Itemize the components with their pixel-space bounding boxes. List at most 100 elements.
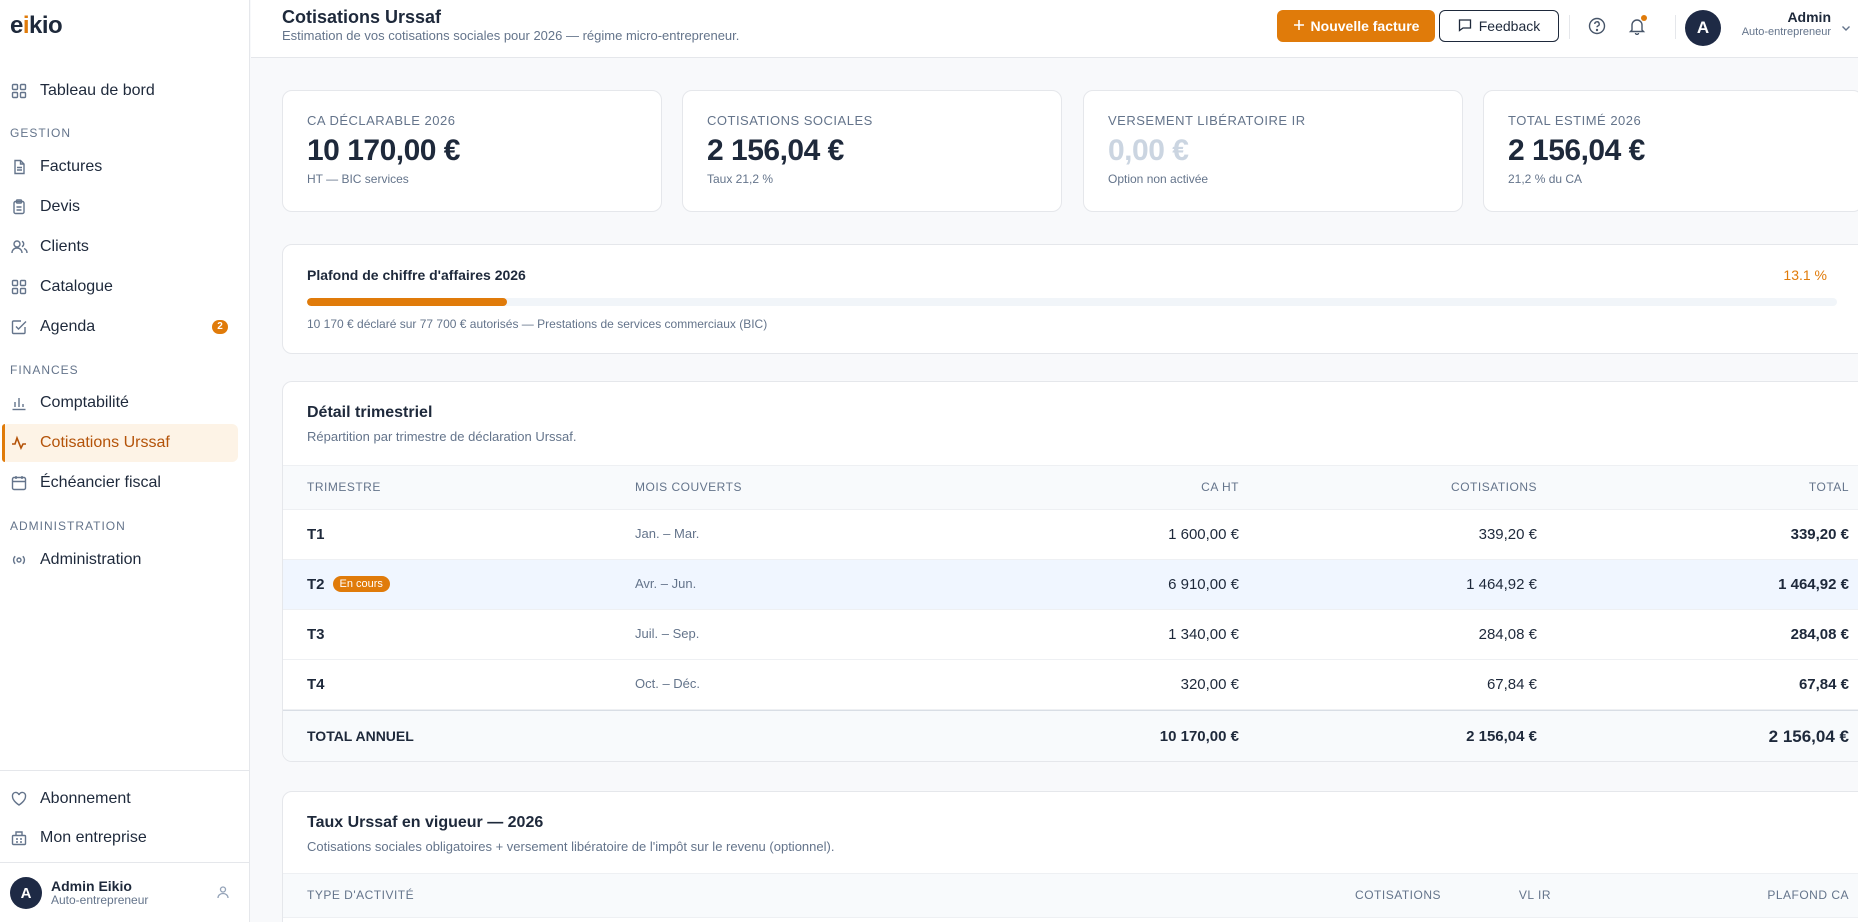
quarter-cell: T3 xyxy=(307,626,325,643)
column-header: CA HT xyxy=(1201,480,1239,494)
stat-label: VERSEMENT LIBÉRATOIRE IR xyxy=(1108,113,1306,128)
sidebar-item-tableau-de-bord[interactable]: Tableau de bord xyxy=(2,72,238,110)
sidebar-item-label: Comptabilité xyxy=(40,394,129,411)
sidebar-item-label: Mon entreprise xyxy=(40,829,147,846)
sidebar-item-clients[interactable]: Clients xyxy=(2,228,238,266)
sidebar-item-comptabilite[interactable]: Comptabilité xyxy=(2,384,238,422)
notification-dot xyxy=(1641,15,1647,21)
sidebar: eikio Tableau de bord GESTION Factures D… xyxy=(0,0,250,922)
sidebar-item-label: Cotisations Urssaf xyxy=(40,434,170,451)
grand-total-cell: 2 156,04 € xyxy=(1768,727,1849,746)
stat-value: 2 156,04 € xyxy=(707,134,844,167)
months-cell: Juil. – Sep. xyxy=(635,626,700,641)
sidebar-item-cotisations-urssaf[interactable]: Cotisations Urssaf xyxy=(2,424,238,462)
quarterly-detail-card: Détail trimestriel Répartition par trime… xyxy=(282,381,1858,762)
table-row[interactable]: T3 Juil. – Sep. 1 340,00 € 284,08 € 284,… xyxy=(283,610,1858,660)
stat-card-versement-liberatoire: VERSEMENT LIBÉRATOIRE IR 0,00 € Option n… xyxy=(1083,90,1463,212)
sidebar-item-label: Factures xyxy=(40,158,103,175)
top-header: Cotisations Urssaf Estimation de vos cot… xyxy=(251,0,1858,58)
sidebar-item-label: Administration xyxy=(40,551,142,568)
sidebar-item-label: Échéancier fiscal xyxy=(40,474,161,491)
header-user-menu[interactable]: A Admin Auto-entrepreneur xyxy=(1685,9,1855,47)
document-icon xyxy=(10,158,28,176)
ca-cell: 6 910,00 € xyxy=(1168,576,1239,593)
table-header: TYPE D'ACTIVITÉ COTISATIONS VL IR PLAFON… xyxy=(283,873,1858,918)
table-header: TRIMESTRE MOIS COUVERTS CA HT COTISATION… xyxy=(283,465,1858,510)
logo[interactable]: eikio xyxy=(10,12,63,40)
sidebar-item-factures[interactable]: Factures xyxy=(2,148,238,186)
stat-label: TOTAL ESTIMÉ 2026 xyxy=(1508,113,1642,128)
column-header: PLAFOND CA xyxy=(1767,888,1849,902)
new-invoice-button[interactable]: Nouvelle facture xyxy=(1277,10,1435,42)
clipboard-icon xyxy=(10,198,28,216)
total-cell: 1 464,92 € xyxy=(1778,576,1849,593)
sidebar-divider xyxy=(0,770,250,771)
user-name: Admin Eikio xyxy=(51,878,132,895)
sidebar-item-label: Abonnement xyxy=(40,790,131,807)
feedback-label: Feedback xyxy=(1478,18,1541,34)
sidebar-item-echeancier-fiscal[interactable]: Échéancier fiscal xyxy=(2,464,238,502)
quarter-cell: T1 xyxy=(307,526,325,543)
sidebar-item-label: Devis xyxy=(40,198,81,215)
sidebar-item-mon-entreprise[interactable]: Mon entreprise xyxy=(2,819,238,857)
column-header: COTISATIONS xyxy=(1355,888,1441,902)
urssaf-rates-card: Taux Urssaf en vigueur — 2026 Cotisation… xyxy=(282,791,1858,922)
user-profile-icon[interactable] xyxy=(216,885,230,904)
help-icon[interactable] xyxy=(1586,15,1608,37)
sidebar-item-catalogue[interactable]: Catalogue xyxy=(2,268,238,306)
cotisations-cell: 67,84 € xyxy=(1486,676,1537,693)
section-finances: FINANCES xyxy=(10,363,79,377)
header-divider xyxy=(1569,15,1570,39)
sidebar-item-agenda[interactable]: Agenda 2 xyxy=(2,308,238,346)
ca-cell: 1 340,00 € xyxy=(1168,626,1239,643)
ca-cell: 1 600,00 € xyxy=(1168,526,1239,543)
status-badge: En cours xyxy=(332,576,390,592)
months-cell: Oct. – Déc. xyxy=(635,676,701,691)
agenda-count-badge: 2 xyxy=(212,320,228,334)
column-header: MOIS COUVERTS xyxy=(635,480,742,494)
sidebar-item-label: Tableau de bord xyxy=(40,82,155,99)
quarter-cell: T4 xyxy=(307,676,325,693)
table-row[interactable]: T4 Oct. – Déc. 320,00 € 67,84 € 67,84 € xyxy=(283,660,1858,710)
table-total-row: TOTAL ANNUEL 10 170,00 € 2 156,04 € 2 15… xyxy=(283,710,1858,761)
sidebar-item-administration[interactable]: Administration xyxy=(2,541,238,579)
total-cell: 284,08 € xyxy=(1790,626,1849,643)
plafond-title: Plafond de chiffre d'affaires 2026 xyxy=(307,267,526,283)
stat-card-total-estime: TOTAL ESTIMÉ 2026 2 156,04 € 21,2 % du C… xyxy=(1483,90,1858,212)
cotisations-cell: 284,08 € xyxy=(1478,626,1537,643)
sidebar-item-abonnement[interactable]: Abonnement xyxy=(2,780,238,818)
grid-icon xyxy=(10,278,28,296)
table-row[interactable]: T2 En cours Avr. – Jun. 6 910,00 € 1 464,… xyxy=(283,560,1858,610)
feedback-button[interactable]: Feedback xyxy=(1439,10,1559,42)
stat-value: 0,00 € xyxy=(1108,134,1189,167)
users-icon xyxy=(10,238,28,256)
months-cell: Avr. – Jun. xyxy=(635,576,697,591)
total-ca-cell: 10 170,00 € xyxy=(1159,728,1239,745)
stat-note: Option non activée xyxy=(1108,172,1209,186)
stat-note: HT — BIC services xyxy=(307,172,409,186)
months-cell: Jan. – Mar. xyxy=(635,526,700,541)
plafond-progress-bar xyxy=(307,298,1837,306)
avatar: A xyxy=(1685,10,1721,46)
user-role: Auto-entrepreneur xyxy=(51,893,149,908)
cotisations-cell: 339,20 € xyxy=(1478,526,1537,543)
sidebar-item-label: Clients xyxy=(40,238,89,255)
new-invoice-label: Nouvelle facture xyxy=(1310,18,1420,34)
table-row[interactable]: T1 Jan. – Mar. 1 600,00 € 339,20 € 339,2… xyxy=(283,510,1858,560)
ca-cell: 320,00 € xyxy=(1180,676,1239,693)
avatar: A xyxy=(10,877,42,909)
bell-icon[interactable] xyxy=(1626,15,1648,37)
stat-note: 21,2 % du CA xyxy=(1508,172,1583,186)
chevron-down-icon xyxy=(1840,21,1852,39)
section-title: Taux Urssaf en vigueur — 2026 xyxy=(307,814,544,831)
sidebar-item-devis[interactable]: Devis xyxy=(2,188,238,226)
plafond-percent: 13.1 % xyxy=(1783,267,1827,283)
heart-icon xyxy=(10,790,28,808)
section-subtitle: Cotisations sociales obligatoires + vers… xyxy=(307,839,835,854)
sidebar-item-label: Catalogue xyxy=(40,278,113,295)
cotisations-cell: 1 464,92 € xyxy=(1466,576,1537,593)
plafond-progress-fill xyxy=(307,298,508,306)
page-title: Cotisations Urssaf xyxy=(282,7,442,27)
calendar-icon xyxy=(10,474,28,492)
sidebar-user-card[interactable]: A Admin Eikio Auto-entrepreneur xyxy=(10,875,240,911)
